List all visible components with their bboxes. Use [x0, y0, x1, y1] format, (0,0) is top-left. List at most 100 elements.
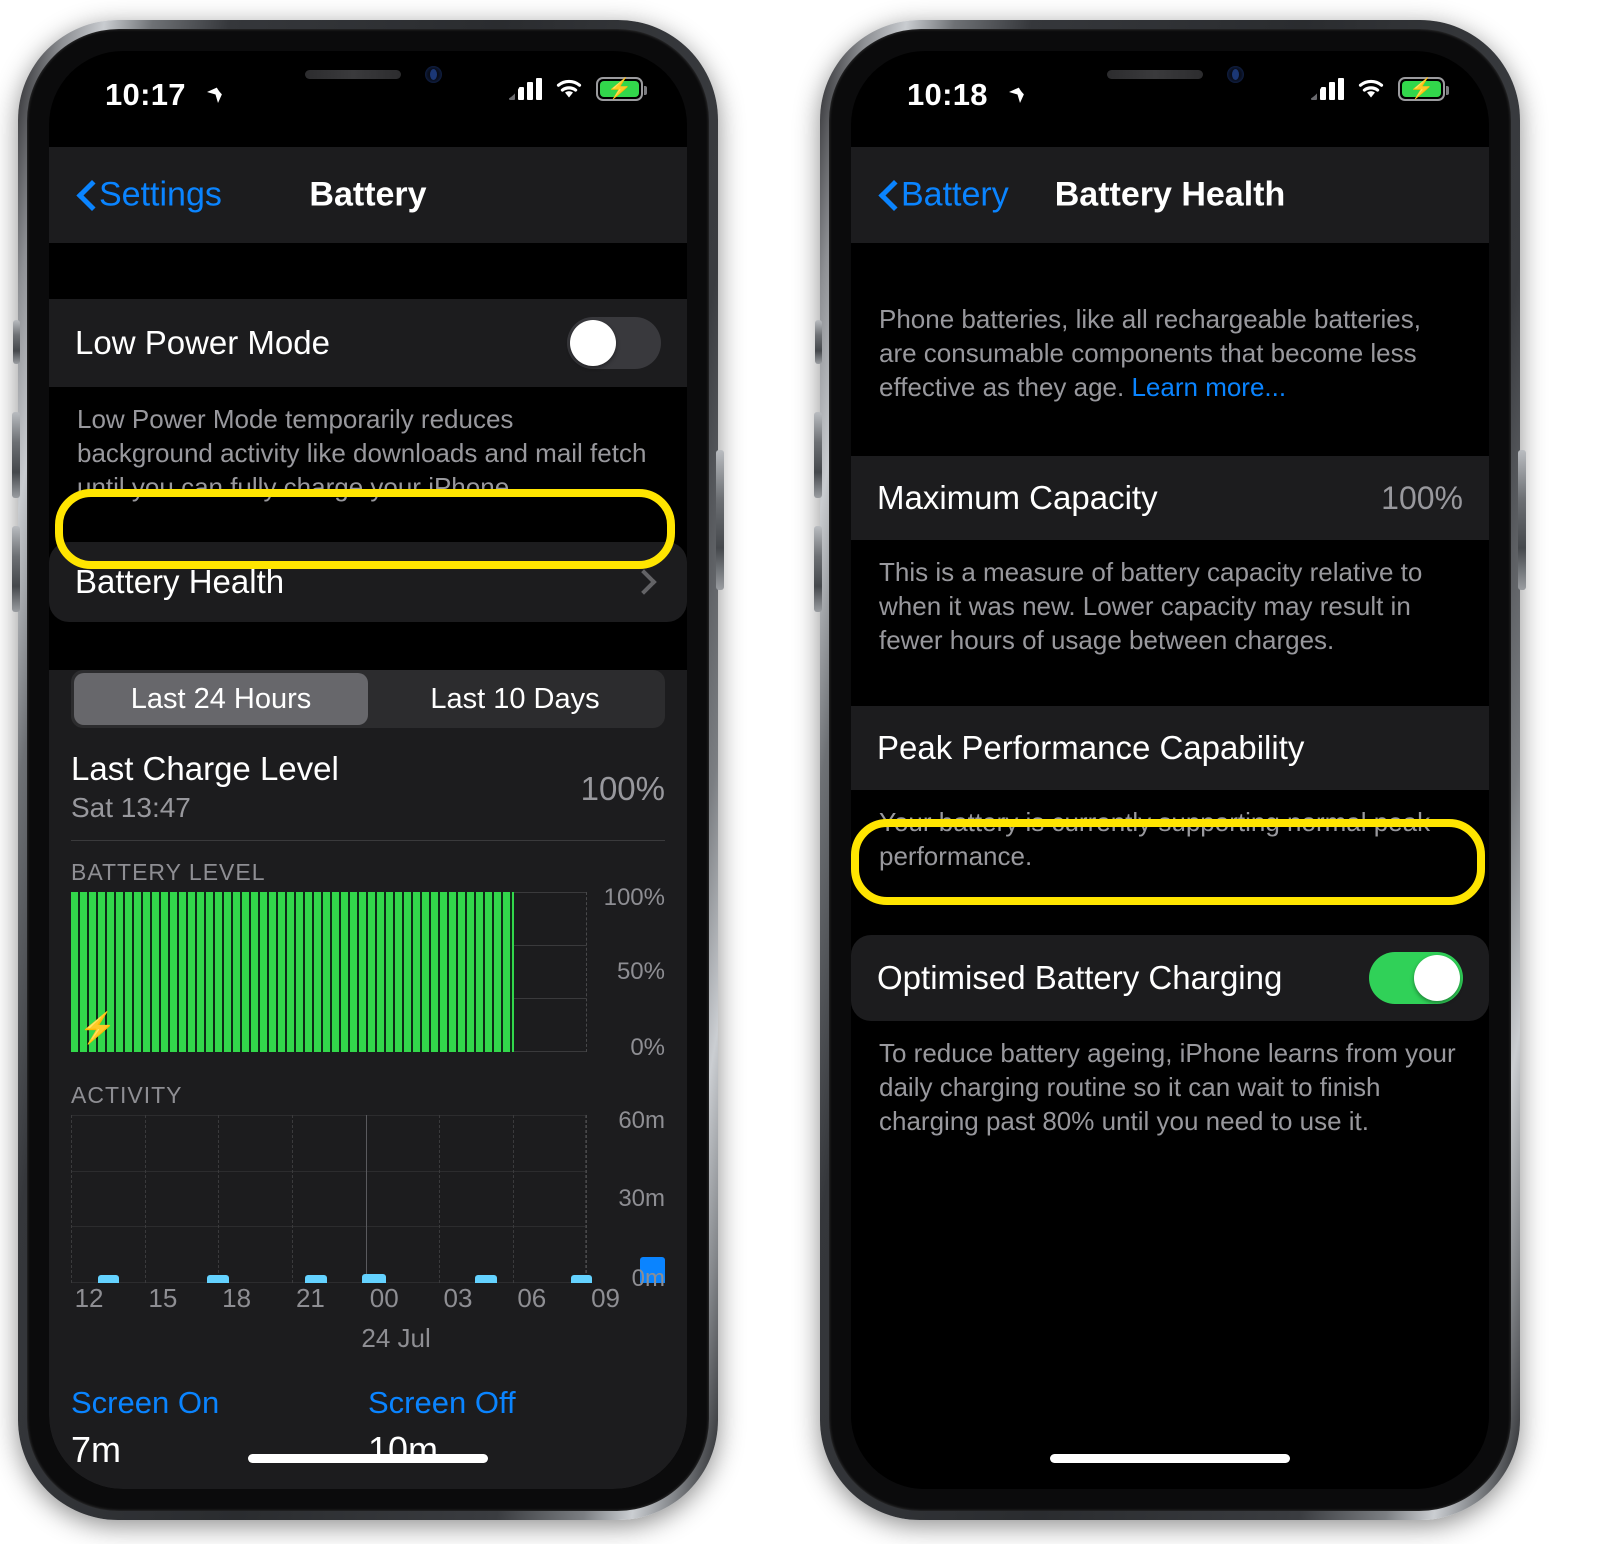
screen-off-value: 10m — [368, 1429, 439, 1471]
battery-charging-icon: ⚡ — [1398, 77, 1449, 101]
last-charge-level-subtitle: Sat 13:47 — [71, 792, 191, 824]
peak-performance-footnote: Your battery is currently supporting nor… — [879, 806, 1431, 871]
peak-performance-label: Peak Performance Capability — [877, 728, 1305, 766]
earpiece-speaker-icon — [1107, 70, 1203, 79]
maximum-capacity-row: Maximum Capacity 100% — [851, 456, 1489, 541]
battery-health-intro: Phone batteries, like all rechargeable b… — [851, 243, 1489, 404]
toggle-knob — [570, 320, 616, 366]
activity-bar — [570, 1275, 593, 1284]
battery-chart-y-axis: 100% 50% 0% — [593, 884, 665, 1061]
volume-up-button[interactable] — [814, 412, 822, 498]
page-title: Battery Health — [1054, 175, 1286, 214]
x-tick: 15 — [148, 1283, 178, 1314]
notch — [213, 51, 523, 103]
battery-health-row[interactable]: Battery Health — [49, 542, 687, 623]
last-charge-level-title: Last Charge Level — [71, 750, 339, 788]
activity-chart-x-axis: 12 15 18 21 00 03 06 09 — [71, 1283, 620, 1323]
right-phone-screen: 10:18 ⚡ Battery Battery Health Phone bat… — [851, 51, 1489, 1489]
activity-chart: 60m 30m 0m — [71, 1107, 665, 1292]
status-time: 10:18 — [907, 77, 988, 112]
left-phone-screen: 10:17 ⚡ Settings Battery Low Power Mode … — [49, 51, 687, 1489]
x-tick: 00 — [369, 1283, 399, 1314]
x-tick: 09 — [591, 1283, 621, 1314]
status-icons: ⚡ — [509, 77, 647, 101]
maximum-capacity-footnote: This is a measure of battery capacity re… — [879, 557, 1423, 655]
screen-on-value: 7m — [71, 1429, 122, 1471]
battery-health-label: Battery Health — [75, 563, 285, 601]
right-phone-frame: 10:18 ⚡ Battery Battery Health Phone bat… — [814, 20, 1526, 1520]
left-content: Low Power Mode Low Power Mode temporaril… — [49, 243, 687, 1489]
mute-switch[interactable] — [815, 320, 822, 364]
maximum-capacity-value: 100% — [1381, 479, 1463, 516]
x-tick: 06 — [517, 1283, 547, 1314]
volume-down-button[interactable] — [12, 526, 20, 612]
activity-bar — [361, 1274, 386, 1284]
notch — [1015, 51, 1325, 103]
optimised-battery-charging-label: Optimised Battery Charging — [877, 959, 1283, 997]
page-title: Battery — [309, 175, 427, 214]
power-button[interactable] — [716, 450, 724, 590]
toggle-knob — [1414, 955, 1460, 1002]
volume-down-button[interactable] — [814, 526, 822, 612]
activity-bar — [207, 1275, 230, 1284]
activity-bar — [305, 1275, 327, 1284]
status-icons: ⚡ — [1311, 77, 1449, 101]
card-divider — [71, 840, 665, 842]
status-time: 10:17 — [105, 77, 186, 112]
activity-bar — [475, 1275, 497, 1284]
x-tick: 18 — [222, 1283, 252, 1314]
x-tick: 03 — [443, 1283, 473, 1314]
battery-level-bars — [71, 892, 514, 1053]
peak-performance-row: Peak Performance Capability — [851, 705, 1489, 790]
left-nav-bar: Settings Battery — [49, 147, 687, 243]
low-power-mode-row[interactable]: Low Power Mode — [49, 299, 687, 387]
optimised-battery-charging-row[interactable]: Optimised Battery Charging — [851, 935, 1489, 1022]
home-indicator[interactable] — [1050, 1454, 1290, 1463]
battery-charging-icon: ⚡ — [596, 77, 647, 101]
mute-switch[interactable] — [13, 320, 20, 364]
maximum-capacity-label: Maximum Capacity — [877, 479, 1158, 517]
screen-off-label: Screen Off — [368, 1385, 516, 1421]
y-tick-50: 50% — [616, 958, 665, 986]
chevron-right-icon — [631, 569, 657, 596]
y-tick-60m: 60m — [618, 1107, 665, 1135]
right-content: Phone batteries, like all rechargeable b… — [851, 243, 1489, 1489]
last-charge-level-value: 100% — [580, 770, 665, 808]
x-tick: 12 — [74, 1283, 104, 1314]
low-power-mode-footnote: Low Power Mode temporarily reduces backg… — [77, 404, 647, 502]
battery-level-chart-title: BATTERY LEVEL — [71, 859, 266, 886]
right-phone-inner-bezel: 10:18 ⚡ Battery Battery Health Phone bat… — [829, 29, 1511, 1511]
time-range-segmented-control[interactable]: Last 24 Hours Last 10 Days — [71, 670, 665, 729]
activity-chart-date-label: 24 Jul — [71, 1323, 587, 1359]
earpiece-speaker-icon — [305, 70, 401, 79]
wifi-icon — [1358, 79, 1384, 97]
battery-level-chart: ⚡ 100% 50% 0% — [71, 884, 665, 1061]
front-camera-icon — [1227, 66, 1244, 83]
screenshot-root: 10:17 ⚡ Settings Battery Low Power Mode … — [0, 0, 1600, 1544]
volume-up-button[interactable] — [12, 412, 20, 498]
low-power-mode-label: Low Power Mode — [75, 324, 330, 361]
power-button[interactable] — [1518, 450, 1526, 590]
y-tick-0: 0% — [630, 1034, 665, 1062]
learn-more-link[interactable]: Learn more... — [1131, 372, 1286, 402]
last-charge-level-block: Last Charge Level Sat 13:47 100% — [71, 750, 665, 824]
segment-last-24-hours[interactable]: Last 24 Hours — [74, 673, 368, 726]
activity-chart-y-axis: 60m 30m 0m — [593, 1107, 665, 1292]
segment-last-10-days[interactable]: Last 10 Days — [368, 673, 662, 725]
wifi-icon — [556, 79, 582, 97]
charging-bolt-icon: ⚡ — [79, 1012, 117, 1046]
optimised-battery-charging-toggle[interactable] — [1369, 952, 1463, 1005]
y-tick-30m: 30m — [618, 1185, 665, 1213]
home-indicator[interactable] — [248, 1454, 488, 1463]
right-nav-bar: Battery Battery Health — [851, 147, 1489, 243]
battery-usage-card: Last 24 Hours Last 10 Days Last Charge L… — [49, 670, 687, 1489]
activity-bar — [97, 1275, 120, 1284]
optimised-battery-charging-footnote: To reduce battery ageing, iPhone learns … — [879, 1038, 1456, 1136]
screen-on-label: Screen On — [71, 1385, 220, 1421]
chart-date: 24 Jul — [361, 1323, 431, 1354]
x-tick: 21 — [295, 1283, 325, 1314]
left-phone-inner-bezel: 10:17 ⚡ Settings Battery Low Power Mode … — [27, 29, 709, 1511]
front-camera-icon — [425, 66, 442, 83]
left-phone-frame: 10:17 ⚡ Settings Battery Low Power Mode … — [12, 20, 724, 1520]
low-power-mode-toggle[interactable] — [567, 317, 661, 369]
